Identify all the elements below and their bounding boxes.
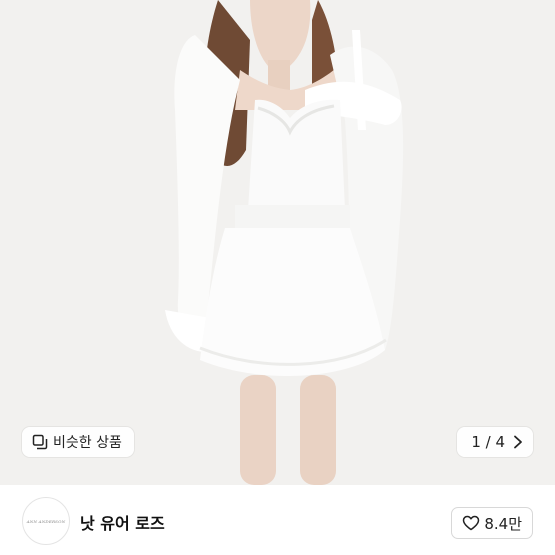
like-button[interactable]: 8.4만 (451, 507, 533, 539)
similar-products-label: 비슷한 상품 (53, 435, 122, 451)
shop-avatar[interactable]: ANN ANDERSON (22, 497, 70, 545)
shop-logo: ANN ANDERSON (26, 518, 66, 524)
similar-products-button[interactable]: 비슷한 상품 (22, 427, 134, 457)
chevron-right-icon[interactable] (513, 435, 523, 449)
stack-squares-icon (32, 434, 48, 450)
product-photo-illustration (0, 0, 555, 485)
pager-text: 1 / 4 (471, 433, 505, 451)
product-photo[interactable] (0, 0, 555, 485)
heart-outline-icon (462, 515, 480, 531)
image-pager[interactable]: 1 / 4 (457, 427, 533, 457)
shop-name[interactable]: 낫 유어 로즈 (80, 510, 165, 534)
like-count: 8.4만 (484, 514, 522, 533)
